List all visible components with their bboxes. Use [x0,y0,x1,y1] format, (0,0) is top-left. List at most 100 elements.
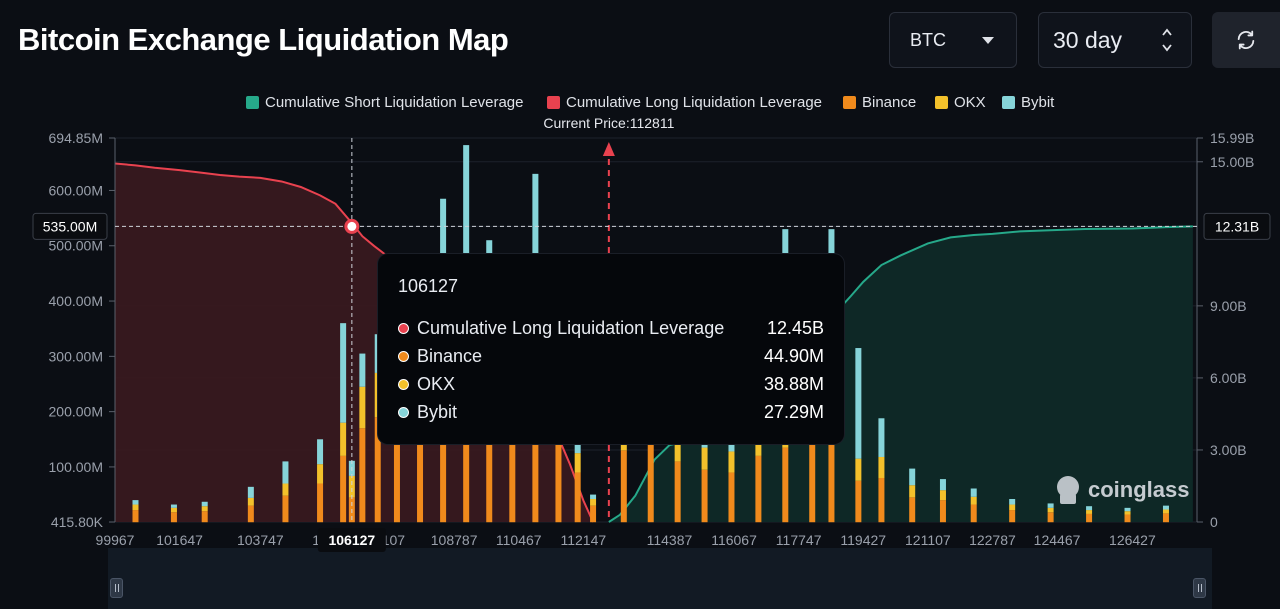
bar-binance [728,472,735,523]
tooltip-row-label: OKX [417,373,456,394]
tooltip-row-label: Bybit [417,401,458,422]
tooltip-row-label: Cumulative Long Liquidation Leverage [417,317,725,338]
bar-okx [359,386,366,429]
x-axis-tick: 119427 [840,532,886,548]
bar-bybit [878,418,885,457]
left-axis-tick: 694.85M [49,130,103,146]
tooltip-row-value: 38.88M [763,373,824,394]
tooltip-row-value: 12.45B [766,317,824,338]
bar-okx [939,490,946,501]
left-crosshair-label: 535.00M [43,218,97,234]
bar-okx [701,447,708,470]
bar-binance [282,495,289,523]
bar-bybit [909,468,916,486]
x-axis-tick: 126427 [1109,532,1156,548]
x-axis-tick: 112147 [560,532,606,548]
bar-binance [170,512,177,523]
bar-bybit [1162,505,1169,510]
bar-okx [878,456,885,478]
x-axis-tick: 103747 [237,532,284,548]
legend-swatch [246,96,259,109]
bar-bybit [132,500,139,505]
right-axis-tick: 15.99B [1210,130,1254,146]
legend-swatch [1002,96,1015,109]
legend-swatch [843,96,856,109]
bar-okx [1009,504,1016,511]
bar-binance [590,505,597,523]
bar-binance [359,428,366,523]
tooltip-row: Bybit 27.29M [398,398,824,426]
legend-label: OKX [954,94,986,111]
tooltip-row-value: 44.90M [763,345,824,366]
x-axis-tick: 108787 [431,532,478,548]
bar-binance [755,455,762,523]
legend-label: Bybit [1021,94,1055,111]
tooltip-row-value: 27.29M [763,401,824,422]
legend-swatch [935,96,948,109]
x-axis-tick: 122787 [969,532,1016,548]
bar-okx [1162,509,1169,514]
bar-bybit [855,348,862,459]
bar-okx [170,507,177,513]
bar-okx [1086,510,1093,514]
bar-bybit [359,353,366,387]
bar-okx [348,475,355,498]
right-axis-tick: 9.00B [1210,298,1247,314]
bar-binance [340,455,347,523]
bar-binance [620,450,627,523]
bar-okx [574,453,581,473]
legend-swatch [547,96,560,109]
left-axis-tick: 500.00M [49,238,103,254]
bar-bybit [282,461,289,484]
tooltip-dot-icon [398,322,409,334]
x-axis-tick: 101647 [156,532,203,548]
bar-binance [782,447,789,523]
current-price-label: Current Price:112811 [543,115,674,131]
bar-binance [970,504,977,523]
bar-okx [728,451,735,473]
bar-bybit [170,504,177,508]
bar-bybit [317,439,324,465]
bar-okx [590,499,597,506]
bar-binance [1162,513,1169,523]
legend-label: Cumulative Long Liquidation Leverage [566,94,822,111]
bar-binance [828,444,835,523]
bar-okx [909,485,916,498]
tooltip-row: OKX 38.88M [398,370,824,398]
bar-binance [247,505,254,523]
tooltip-title: 106127 [398,276,459,296]
x-crosshair-label: 106127 [328,532,375,548]
bar-bybit [1086,506,1093,511]
bar-binance [674,461,681,523]
bar-bybit [1009,499,1016,505]
bar-okx [855,458,862,481]
x-axis-tick: 124467 [1034,532,1081,548]
bar-binance [574,472,581,523]
tooltip-row-label: Binance [417,345,483,366]
bar-binance [201,511,208,523]
bar-okx [1124,511,1131,515]
bar-bybit [1124,507,1131,512]
bar-bybit [939,479,946,491]
bar-okx [201,506,208,512]
bar-binance [647,444,654,523]
bar-okx [970,496,977,505]
right-axis-tick: 15.00B [1210,154,1254,170]
x-axis-tick: 99967 [96,532,135,548]
bar-bybit [201,501,208,507]
tooltip-dot-icon [398,406,409,418]
x-axis-tick: 117747 [776,532,822,548]
tooltip-dot-icon [398,350,409,362]
bar-bybit [340,323,347,423]
bar-binance [909,497,916,523]
tooltip-row: Binance 44.90M [398,342,824,370]
bar-binance [855,480,862,523]
chart-tooltip: 106127 Cumulative Long Liquidation Lever… [378,254,844,444]
left-axis-tick: 600.00M [49,182,103,198]
x-axis-tick: 114387 [647,532,693,548]
left-axis-tick: 200.00M [49,404,103,420]
bar-binance [809,439,816,523]
current-price-arrow [602,142,615,156]
legend-label: Cumulative Short Liquidation Leverage [265,94,524,111]
coinglass-watermark-text: coinglass [1088,477,1189,502]
